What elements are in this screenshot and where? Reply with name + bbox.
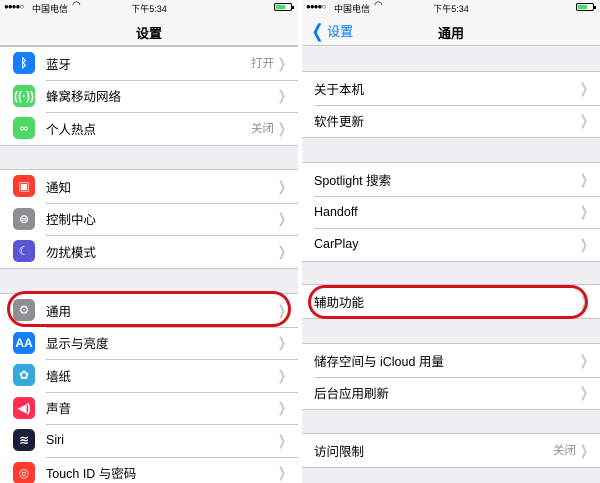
settings-row[interactable]: Handoff ❯: [302, 195, 600, 229]
chevron-right-icon: ❯: [278, 87, 287, 104]
navigation-bar: 设置: [0, 14, 298, 46]
settings-row[interactable]: Spotlight 搜索 ❯: [302, 163, 600, 196]
highlight-oval-general: [7, 291, 291, 327]
row-label: 显示与亮度: [46, 337, 109, 352]
settings-row[interactable]: ☾ 勿扰模式 ❯: [0, 235, 298, 268]
chevron-right-icon: ❯: [580, 384, 589, 401]
settings-row[interactable]: ⊜ 控制中心 ❯: [0, 202, 298, 236]
chevron-right-icon: ❯: [278, 242, 287, 259]
siri-icon: ≋: [13, 429, 35, 451]
chevron-right-icon: ❯: [278, 119, 287, 136]
chevron-right-icon: ❯: [278, 177, 287, 194]
row-label: 蓝牙: [46, 57, 72, 72]
chevron-right-icon: ❯: [278, 334, 287, 351]
settings-row[interactable]: AA 显示与亮度 ❯: [0, 326, 298, 360]
row-label: 储存空间与 iCloud 用量: [314, 354, 444, 369]
settings-row[interactable]: ◎ Touch ID 与密码 ❯: [0, 456, 298, 483]
chevron-right-icon: ❯: [580, 112, 589, 129]
settings-group: ᛒ 蓝牙 打开 ❯ ((·)) 蜂窝移动网络 ❯ ∞ 个人热点 关闭 ❯: [0, 46, 298, 146]
general-panel: ●●●●○ 中国电信 ◠ 下午5:34 ❮ 设置 通用 关于本机 ❯ 软件更新 ❯ Sp…: [302, 0, 600, 483]
settings-panel: ●●●●○ 中国电信 ◠ 下午5:34 设置 ᛒ 蓝牙 打开 ❯ ((·)) 蜂窝移动网络…: [0, 0, 298, 483]
chevron-right-icon: ❯: [580, 235, 589, 252]
row-label: CarPlay: [314, 237, 359, 252]
row-value: 关闭: [251, 123, 274, 136]
chevron-right-icon: ❯: [580, 170, 589, 187]
status-bar: ●●●●○ 中国电信 ◠ 下午5:34: [302, 0, 600, 14]
chevron-right-icon: ❯: [278, 399, 287, 416]
settings-row[interactable]: ≋ Siri ❯: [0, 424, 298, 457]
row-label: 软件更新: [314, 115, 365, 130]
control-center-icon: ⊜: [13, 207, 35, 230]
display-icon: AA: [13, 331, 35, 354]
settings-group: 访问限制 关闭 ❯: [302, 433, 600, 468]
row-label: 勿扰模式: [46, 245, 97, 260]
row-label: 控制中心: [46, 213, 97, 228]
row-value: 打开: [251, 58, 274, 71]
wallpaper-icon: ✿: [13, 364, 35, 386]
chevron-right-icon: ❯: [278, 54, 287, 71]
highlight-oval-accessibility: [308, 285, 588, 319]
bluetooth-icon: ᛒ: [13, 52, 35, 74]
settings-group: 储存空间与 iCloud 用量 ❯ 后台应用刷新 ❯: [302, 343, 600, 410]
row-label: Siri: [46, 433, 65, 448]
settings-row[interactable]: CarPlay ❯: [302, 228, 600, 261]
settings-row[interactable]: ▣ 通知 ❯: [0, 170, 298, 203]
fingerprint-icon: ◎: [13, 461, 35, 483]
row-label: Handoff: [314, 204, 358, 219]
settings-row[interactable]: ∞ 个人热点 关闭 ❯: [0, 112, 298, 145]
chevron-right-icon: ❯: [278, 431, 287, 448]
chevron-right-icon: ❯: [580, 203, 589, 220]
row-value: 关闭: [553, 445, 576, 458]
settings-row[interactable]: 关于本机 ❯: [302, 72, 600, 105]
chevron-right-icon: ❯: [580, 79, 589, 96]
settings-row[interactable]: 软件更新 ❯: [302, 104, 600, 138]
settings-row[interactable]: ◀) 声音 ❯: [0, 391, 298, 425]
settings-row[interactable]: 后台应用刷新 ❯: [302, 376, 600, 410]
row-label: Spotlight 搜索: [314, 173, 392, 188]
hotspot-icon: ∞: [13, 117, 35, 139]
page-title: 设置: [135, 26, 162, 41]
row-label: 通知: [46, 180, 72, 195]
settings-group: Spotlight 搜索 ❯ Handoff ❯ CarPlay ❯: [302, 162, 600, 262]
moon-icon: ☾: [13, 240, 35, 262]
row-label: 声音: [46, 402, 72, 417]
settings-row[interactable]: ᛒ 蓝牙 打开 ❯: [0, 47, 298, 80]
navigation-bar: ❮ 设置 通用: [302, 14, 600, 46]
row-label: 个人热点: [46, 122, 97, 137]
cellular-icon: ((·)): [13, 84, 35, 107]
chevron-right-icon: ❯: [278, 210, 287, 227]
battery-icon: [274, 3, 294, 11]
chevron-right-icon: ❯: [278, 464, 287, 481]
row-label: 墙纸: [46, 369, 72, 384]
settings-row[interactable]: 访问限制 关闭 ❯: [302, 434, 600, 467]
settings-row[interactable]: ✿ 墙纸 ❯: [0, 359, 298, 392]
settings-row[interactable]: ((·)) 蜂窝移动网络 ❯: [0, 79, 298, 113]
notifications-icon: ▣: [13, 175, 35, 197]
chevron-right-icon: ❯: [278, 366, 287, 383]
row-label: 蜂窝移动网络: [46, 90, 122, 105]
row-label: 关于本机: [314, 82, 365, 97]
chevron-right-icon: ❯: [580, 351, 589, 368]
row-label: 后台应用刷新: [314, 387, 390, 402]
row-label: 访问限制: [314, 444, 365, 459]
chevron-right-icon: ❯: [580, 441, 589, 458]
settings-group: 关于本机 ❯ 软件更新 ❯: [302, 71, 600, 138]
status-bar: ●●●●○ 中国电信 ◠ 下午5:34: [0, 0, 298, 14]
row-label: Touch ID 与密码: [46, 467, 137, 482]
page-title: 通用: [437, 26, 464, 41]
battery-icon: [576, 3, 596, 11]
sound-icon: ◀): [13, 396, 35, 419]
settings-group: ▣ 通知 ❯ ⊜ 控制中心 ❯ ☾ 勿扰模式 ❯: [0, 169, 298, 269]
settings-row[interactable]: 储存空间与 iCloud 用量 ❯: [302, 344, 600, 377]
